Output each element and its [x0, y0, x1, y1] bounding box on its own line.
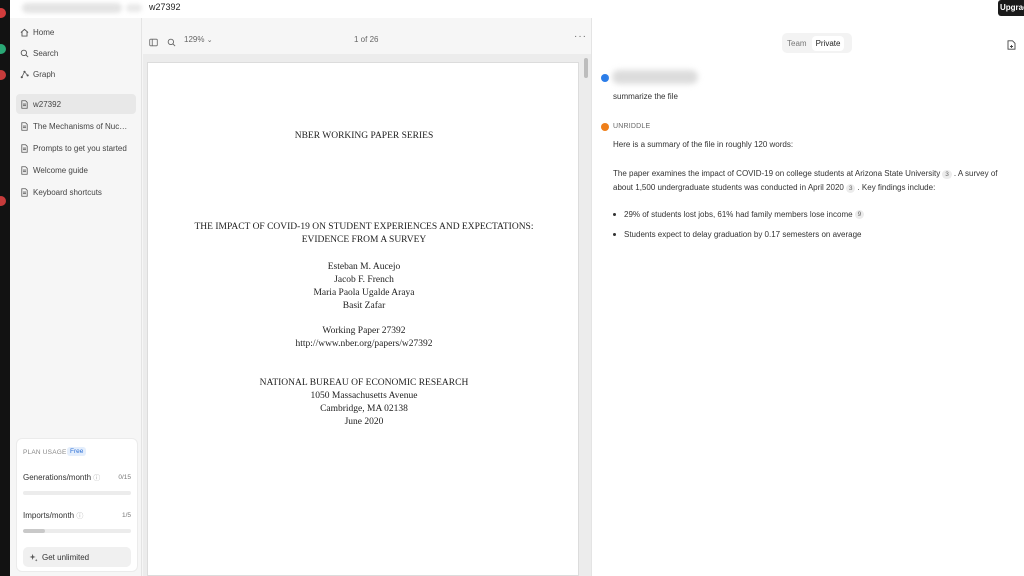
sidebar-item-graph[interactable]: Graph: [16, 64, 136, 84]
tab-private[interactable]: Private: [811, 35, 845, 51]
pdf-author: Maria Paola Ugalde Araya: [313, 288, 415, 298]
sidebar-item-label: Home: [33, 27, 55, 37]
citation-badge[interactable]: 3: [942, 170, 952, 179]
user-message: summarize the file: [613, 92, 678, 101]
plan-badge: Free: [67, 447, 87, 456]
pdf-author: Basit Zafar: [342, 301, 386, 311]
sidebar-item-label: Welcome guide: [33, 165, 88, 175]
workspace-name-redacted[interactable]: [22, 3, 122, 13]
bullet-icon: [613, 233, 616, 236]
assistant-paragraph: The paper examines the impact of COVID-1…: [613, 169, 998, 193]
sidebar-item-welcome-guide[interactable]: Welcome guide: [16, 160, 136, 180]
assistant-intro: Here is a summary of the file in roughly…: [613, 140, 794, 149]
upgrade-button[interactable]: Upgrac: [998, 0, 1024, 16]
workspace-meta-redacted: [126, 4, 142, 12]
sidebar-item-mechanisms[interactable]: The Mechanisms of Nucle...: [16, 116, 136, 136]
imports-count: 1/5: [121, 512, 131, 519]
new-chat-icon[interactable]: [1007, 37, 1017, 50]
pdf-paper-title-line-1: THE IMPACT OF COVID-19 ON STUDENT EXPERI…: [194, 222, 534, 232]
pdf-author: Esteban M. Aucejo: [327, 262, 401, 272]
plan-usage-card: PLAN USAGE Free Generations/month ⓘ 0/15…: [16, 438, 138, 572]
sidebar-item-search[interactable]: Search: [16, 43, 136, 63]
bullet-icon: [613, 213, 616, 216]
app-rail: [0, 0, 10, 576]
sidebar-item-home[interactable]: Home: [16, 22, 136, 42]
sparkle-icon: [29, 553, 38, 562]
pdf-publisher: NATIONAL BUREAU OF ECONOMIC RESEARCH: [259, 378, 469, 388]
info-icon[interactable]: ⓘ: [93, 475, 100, 482]
search-icon[interactable]: [167, 34, 177, 47]
plan-usage-title: PLAN USAGE: [23, 449, 67, 456]
sidebar-toggle-icon[interactable]: [149, 34, 159, 47]
user-name-redacted: [612, 70, 698, 84]
user-avatar: [601, 74, 609, 82]
pdf-date: June 2020: [344, 417, 384, 427]
document-icon: [19, 99, 29, 109]
document-icon: [19, 165, 29, 175]
tab-team[interactable]: Team: [782, 39, 812, 48]
list-item: 29% of students lost jobs, 61% had famil…: [613, 210, 1013, 219]
citation-badge[interactable]: 3: [845, 184, 856, 193]
home-icon: [19, 27, 29, 37]
generations-count: 0/15: [118, 474, 131, 481]
pdf-address-line: Cambridge, MA 02138: [320, 404, 408, 414]
citation-badge[interactable]: 9: [854, 210, 865, 219]
generations-meter: [23, 491, 131, 495]
pdf-working-paper-number: Working Paper 27392: [322, 326, 406, 336]
page-indicator: 1 of 26: [354, 35, 379, 44]
top-bar: w27392 Upgrac: [10, 0, 1024, 18]
visibility-toggle: Team Private: [782, 33, 852, 53]
sidebar-item-label: The Mechanisms of Nucle...: [33, 121, 129, 131]
pdf-url[interactable]: http://www.nber.org/papers/w27392: [148, 339, 580, 349]
document-icon: [19, 143, 29, 153]
chevron-down-icon: ⌄: [206, 37, 213, 44]
pdf-address-line: 1050 Massachusetts Avenue: [310, 391, 418, 401]
get-unlimited-button[interactable]: Get unlimited: [23, 547, 131, 567]
sidebar-item-label: Prompts to get you started: [33, 143, 127, 153]
sidebar-item-w27392[interactable]: w27392: [16, 94, 136, 114]
rail-app-icon-red[interactable]: [0, 8, 6, 18]
rail-app-icon-red-3[interactable]: [0, 196, 6, 206]
sidebar-item-label: Keyboard shortcuts: [33, 187, 102, 197]
more-options-icon[interactable]: ···: [574, 31, 587, 42]
imports-meter-fill: [23, 529, 45, 533]
rail-app-icon-green[interactable]: [0, 44, 6, 54]
pdf-page: NBER WORKING PAPER SERIES THE IMPACT OF …: [147, 62, 579, 576]
zoom-dropdown[interactable]: 129% ⌄: [184, 35, 213, 44]
sidebar-item-label: w27392: [33, 99, 62, 109]
pdf-paper-title-line-2: EVIDENCE FROM A SURVEY: [301, 235, 427, 245]
pdf-series-title: NBER WORKING PAPER SERIES: [294, 131, 434, 141]
sidebar-item-label: Graph: [33, 69, 56, 79]
generations-label: Generations/month ⓘ: [23, 473, 101, 482]
imports-meter: [23, 529, 131, 533]
document-icon: [19, 121, 29, 131]
chat-panel: Team Private summarize the file UNRIDDLE…: [591, 18, 1024, 576]
sidebar-item-prompts[interactable]: Prompts to get you started: [16, 138, 136, 158]
pdf-author: Jacob F. French: [334, 275, 394, 285]
imports-label: Imports/month ⓘ: [23, 511, 84, 520]
sidebar-item-keyboard-shortcuts[interactable]: Keyboard shortcuts: [16, 182, 136, 202]
rail-app-icon-red-2[interactable]: [0, 70, 6, 80]
assistant-avatar: [601, 123, 609, 131]
document-icon: [19, 187, 29, 197]
info-icon[interactable]: ⓘ: [76, 513, 83, 520]
sidebar: Home Search Graph w27392 The Mechanisms …: [10, 18, 142, 576]
assistant-name: UNRIDDLE: [613, 123, 651, 130]
search-icon: [19, 48, 29, 58]
graph-icon: [19, 69, 29, 79]
pdf-scrollbar-thumb[interactable]: [584, 58, 588, 78]
document-tab-title[interactable]: w27392: [149, 2, 181, 12]
sidebar-item-label: Search: [33, 48, 59, 58]
list-item: Students expect to delay graduation by 0…: [613, 230, 1013, 239]
pdf-viewer: 129% ⌄ 1 of 26 ··· NBER WORKING PAPER SE…: [143, 18, 591, 576]
viewer-toolbar: 129% ⌄ 1 of 26 ···: [143, 18, 591, 54]
pdf-scrollbar[interactable]: [584, 58, 588, 576]
